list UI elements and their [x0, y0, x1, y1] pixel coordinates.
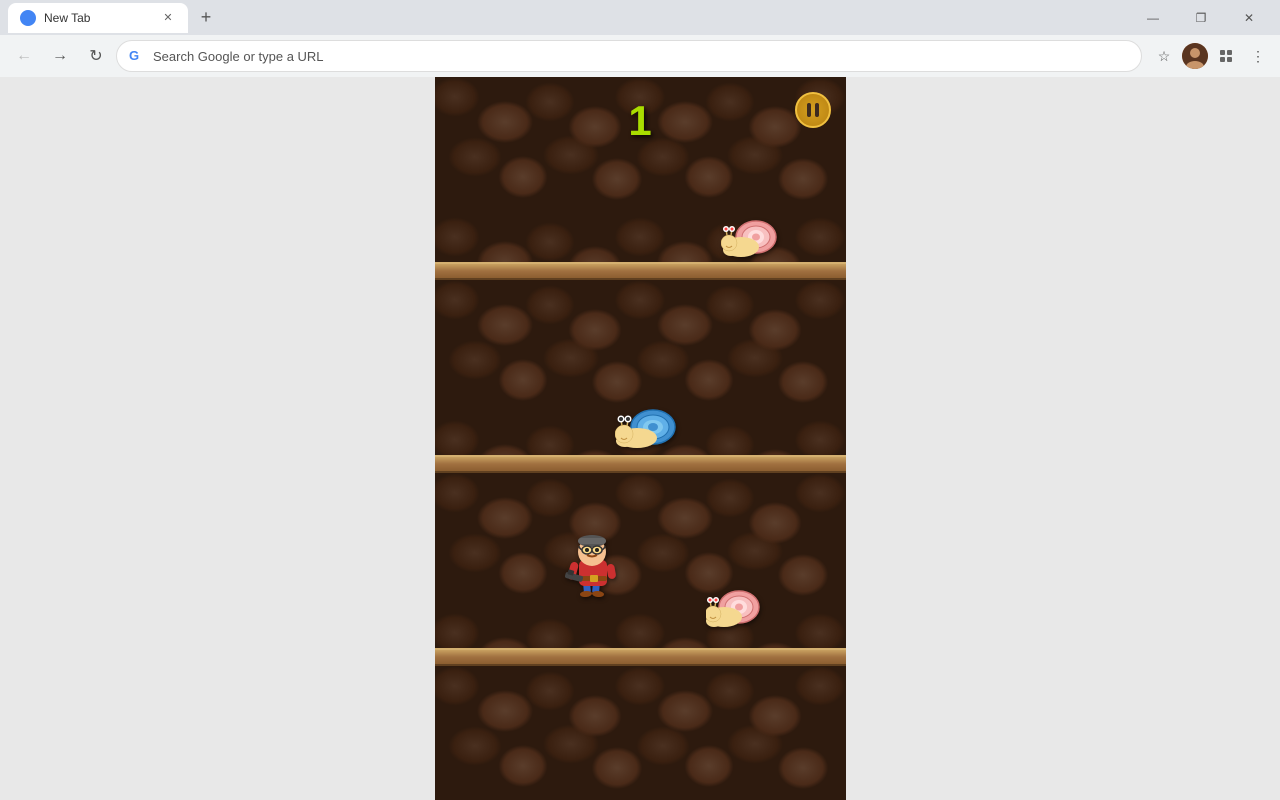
score-display: 1 — [628, 97, 651, 145]
maximize-button[interactable]: ❐ — [1178, 0, 1224, 35]
browser-tab[interactable]: New Tab ✕ — [8, 3, 188, 33]
profile-avatar[interactable] — [1182, 43, 1208, 69]
reload-button[interactable]: ↻ — [80, 40, 112, 72]
extensions-button[interactable] — [1212, 42, 1240, 70]
cave-section-4 — [435, 666, 846, 800]
platform-3 — [435, 648, 846, 666]
tab-close-button[interactable]: ✕ — [160, 10, 176, 26]
player-character — [565, 532, 620, 602]
toolbar-icons: ☆ ⋮ — [1150, 42, 1272, 70]
google-icon: G — [129, 48, 145, 64]
tab-title: New Tab — [44, 11, 152, 25]
snail-pink-bot — [706, 587, 766, 640]
minimize-button[interactable]: — — [1130, 0, 1176, 35]
tab-favicon — [20, 10, 36, 26]
cave-section-3 — [435, 473, 846, 648]
close-button[interactable]: ✕ — [1226, 0, 1272, 35]
browser-frame: New Tab ✕ + — ❐ ✕ ← → ↻ G Search Google … — [0, 0, 1280, 800]
pause-button[interactable] — [795, 92, 831, 128]
platform-1 — [435, 262, 846, 280]
game-background: 1 — [435, 77, 846, 800]
forward-button[interactable]: → — [44, 40, 76, 72]
menu-button[interactable]: ⋮ — [1244, 42, 1272, 70]
nav-bar: ← → ↻ G Search Google or type a URL ☆ — [0, 35, 1280, 77]
snail-pink-top — [721, 215, 781, 270]
address-bar[interactable]: G Search Google or type a URL — [116, 40, 1142, 72]
pause-icon — [807, 103, 819, 117]
address-text: Search Google or type a URL — [153, 49, 1129, 64]
title-bar: New Tab ✕ + — ❐ ✕ — [0, 0, 1280, 35]
game-container[interactable]: 1 — [435, 77, 846, 800]
snail-blue-mid — [615, 405, 680, 460]
new-tab-button[interactable]: + — [192, 4, 220, 32]
page-content: 1 — [0, 77, 1280, 800]
bookmark-button[interactable]: ☆ — [1150, 42, 1178, 70]
pause-bar-right — [815, 103, 819, 117]
back-button[interactable]: ← — [8, 40, 40, 72]
window-controls: — ❐ ✕ — [1130, 0, 1272, 35]
pause-bar-left — [807, 103, 811, 117]
